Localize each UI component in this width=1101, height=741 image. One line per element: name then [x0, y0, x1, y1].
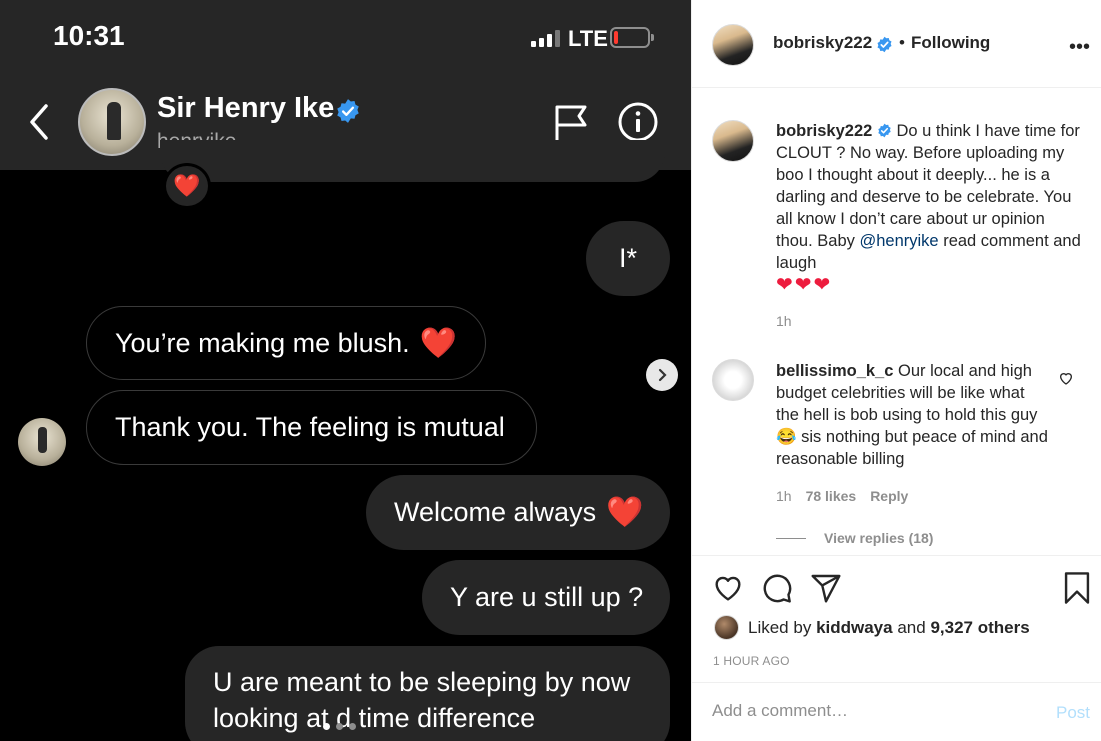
- separator-dot: •: [899, 33, 905, 52]
- carousel-dot[interactable]: [336, 723, 343, 730]
- caption-author-avatar[interactable]: [712, 120, 754, 162]
- contact-name[interactable]: Sir Henry Ike: [157, 92, 334, 125]
- comment: bellissimo_k_c Our local and high budget…: [776, 360, 1051, 470]
- comment-likes[interactable]: 78 likes: [806, 488, 857, 504]
- laughing-emoji: 😂: [776, 428, 797, 446]
- message-bubble-received[interactable]: You’re making me blush. ❤️: [86, 306, 486, 380]
- message-text: Welcome always: [394, 497, 597, 527]
- commenter-avatar[interactable]: [712, 359, 754, 401]
- likes-summary: Liked by kiddwaya and 9,327 others: [748, 618, 1030, 638]
- network-label: LTE: [568, 26, 608, 51]
- chevron-right-icon: [658, 368, 667, 382]
- message-text: Thank you. The feeling is mutual: [115, 412, 505, 442]
- comment-meta: 1h 78 likes Reply: [776, 488, 908, 504]
- battery-level: [614, 31, 618, 44]
- previous-message-bubble: [160, 140, 665, 182]
- contact-avatar[interactable]: [78, 88, 146, 156]
- more-options-icon[interactable]: •••: [1069, 36, 1090, 59]
- verified-badge-icon: [878, 123, 891, 138]
- message-bubble-sent[interactable]: I*: [586, 221, 670, 296]
- bookmark-icon[interactable]: [1062, 571, 1092, 605]
- caption-text: Do u think I have time for CLOUT ? No wa…: [776, 122, 1080, 250]
- comment-heart-icon[interactable]: [1058, 370, 1074, 386]
- flag-icon[interactable]: [553, 103, 589, 143]
- hearts-emoji: ❤❤❤: [776, 274, 833, 296]
- post-comment-button[interactable]: Post: [1056, 703, 1090, 723]
- heart-emoji: ❤️: [606, 496, 644, 529]
- chevron-left-icon[interactable]: [24, 100, 54, 144]
- battery-icon: [610, 27, 654, 48]
- heart-reaction: ❤️: [163, 163, 211, 209]
- info-icon[interactable]: [617, 101, 659, 143]
- liked-by-and: and: [897, 618, 926, 637]
- comment-bubble-icon[interactable]: [761, 572, 793, 604]
- add-comment-bar: Post: [692, 682, 1101, 741]
- view-replies[interactable]: View replies (18): [776, 530, 933, 546]
- commenter-username[interactable]: bellissimo_k_c: [776, 362, 893, 380]
- post-caption: bobrisky222 Do u think I have time for C…: [776, 120, 1081, 297]
- likes-count[interactable]: 9,327 others: [930, 618, 1029, 637]
- view-replies-label[interactable]: View replies (18): [824, 530, 933, 546]
- comment-text-after: sis nothing but peace of mind and reason…: [776, 428, 1048, 468]
- message-text: You’re making me blush.: [115, 327, 410, 358]
- mention-link[interactable]: @henryike: [859, 232, 938, 250]
- message-bubble-received[interactable]: Thank you. The feeling is mutual: [86, 390, 537, 465]
- carousel-dots: [323, 723, 356, 730]
- reply-button[interactable]: Reply: [870, 488, 908, 504]
- dm-screenshot: 10:31 LTE Sir Henry Ike henryike ❤️ I* Y…: [0, 0, 691, 741]
- post-panel: bobrisky222 • Following ••• bobrisky222 …: [691, 0, 1101, 741]
- author-avatar[interactable]: [712, 24, 754, 66]
- verified-badge-icon: [877, 36, 892, 53]
- replies-divider: [776, 537, 806, 539]
- liker-username[interactable]: kiddwaya: [816, 618, 893, 637]
- status-time: 10:31: [53, 20, 125, 51]
- carousel-dot[interactable]: [349, 723, 356, 730]
- caption-username[interactable]: bobrisky222: [776, 122, 872, 140]
- heart-emoji: ❤️: [419, 326, 458, 360]
- message-bubble-sent[interactable]: Welcome always ❤️: [366, 475, 670, 550]
- caption-time[interactable]: 1h: [776, 313, 792, 329]
- message-text: Y are u still up ?: [450, 582, 644, 612]
- author-username[interactable]: bobrisky222: [773, 33, 872, 53]
- next-slide-button[interactable]: [646, 359, 678, 391]
- post-timestamp[interactable]: 1 HOUR AGO: [713, 654, 790, 668]
- carousel-dot[interactable]: [323, 723, 330, 730]
- post-header: bobrisky222 • Following •••: [692, 0, 1101, 88]
- liked-by-prefix: Liked by: [748, 618, 812, 637]
- message-text-line2: looking at d time difference: [213, 703, 536, 733]
- liker-avatar[interactable]: [714, 615, 739, 640]
- contact-mini-avatar: [18, 418, 66, 466]
- like-heart-icon[interactable]: [712, 572, 744, 604]
- following-button[interactable]: Following: [911, 33, 990, 53]
- message-bubble-sent[interactable]: Y are u still up ?: [422, 560, 670, 635]
- message-bubble-sent[interactable]: U are meant to be sleeping by now lookin…: [185, 646, 670, 741]
- signal-icon: [531, 30, 560, 47]
- message-text: I*: [618, 243, 637, 273]
- message-text-line1: U are meant to be sleeping by now: [213, 667, 631, 697]
- add-comment-input[interactable]: [712, 701, 1032, 721]
- verified-badge-icon: [337, 99, 359, 123]
- share-paper-plane-icon[interactable]: [810, 572, 842, 604]
- post-actions: Liked by kiddwaya and 9,327 others 1 HOU…: [692, 555, 1101, 741]
- comment-time[interactable]: 1h: [776, 488, 792, 504]
